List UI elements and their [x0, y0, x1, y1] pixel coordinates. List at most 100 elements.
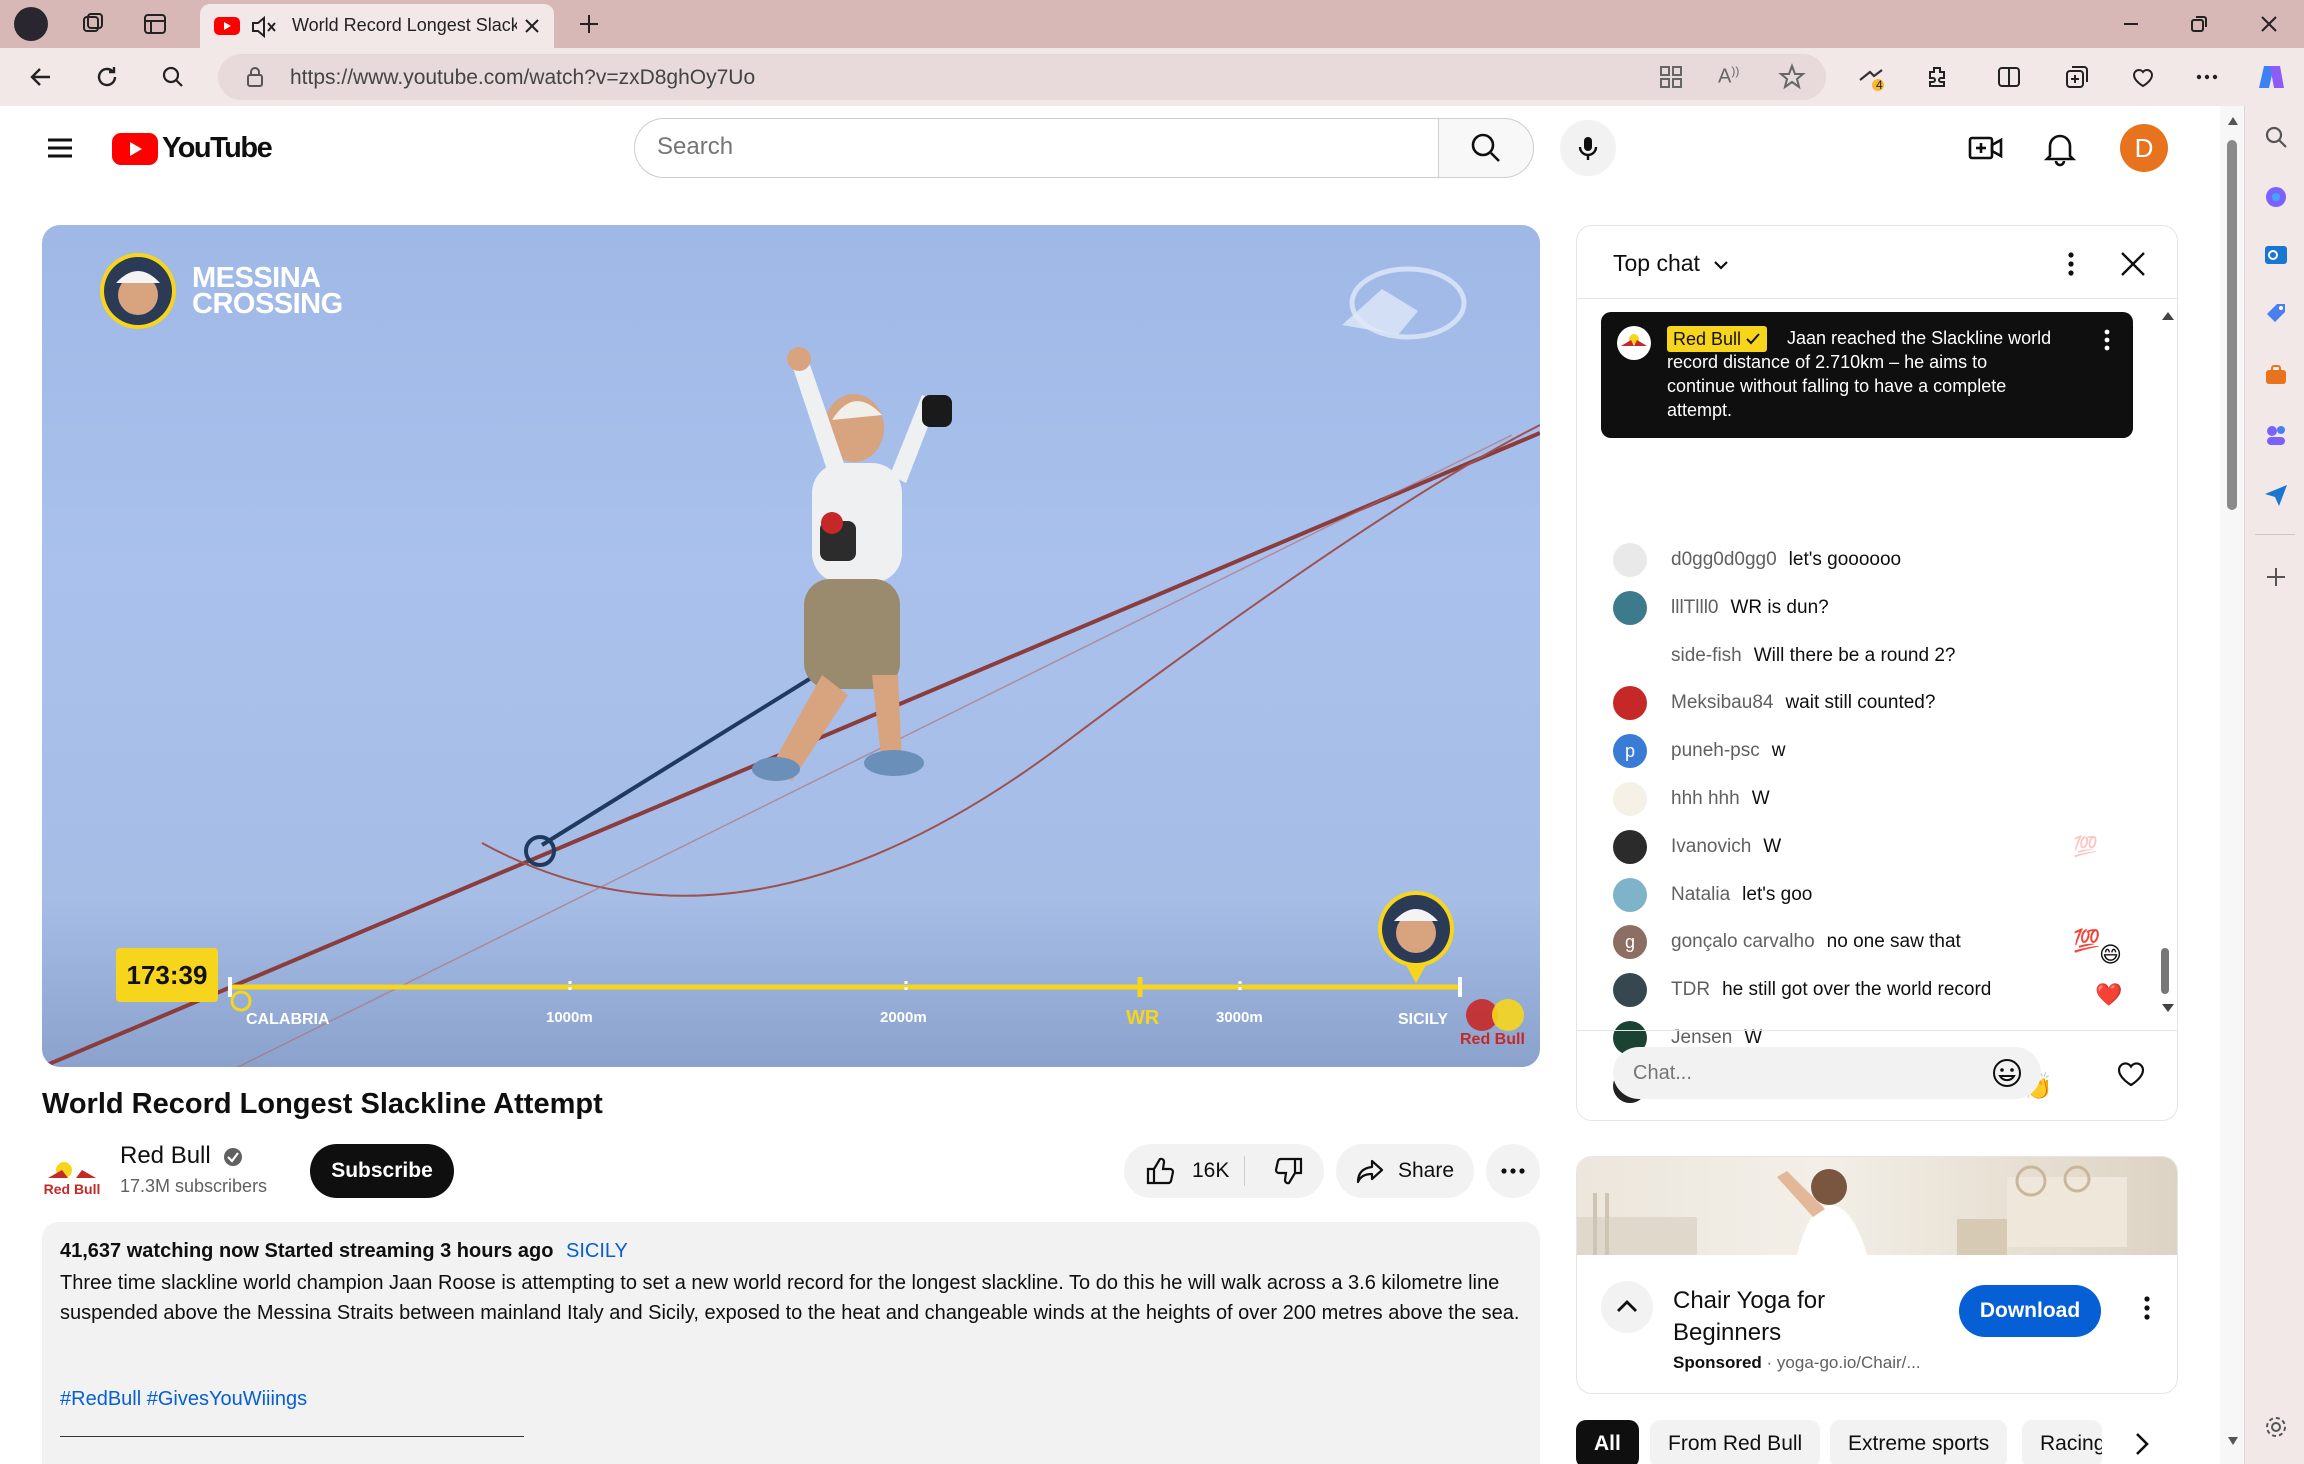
- chat-author-name[interactable]: TDR: [1671, 979, 1710, 1001]
- search-box[interactable]: [634, 118, 1440, 178]
- chat-author-avatar[interactable]: [1613, 591, 1647, 625]
- emoji-picker-icon[interactable]: [1991, 1057, 2023, 1089]
- chat-author-avatar[interactable]: [1613, 543, 1647, 577]
- app-available-icon[interactable]: [1658, 64, 1684, 90]
- favorite-star-icon[interactable]: [1778, 63, 1806, 91]
- minimize-icon[interactable]: [2108, 1, 2154, 47]
- ad-title[interactable]: Chair Yoga for Beginners: [1673, 1285, 1923, 1349]
- sidebar-shopping-icon[interactable]: [2263, 302, 2289, 328]
- channel-name[interactable]: Red Bull: [120, 1142, 243, 1170]
- more-actions-button[interactable]: [1486, 1144, 1540, 1198]
- extension-badge-icon[interactable]: 4: [1848, 54, 1894, 100]
- close-tab-icon[interactable]: [522, 16, 542, 36]
- chat-author-name[interactable]: Ivanovich: [1671, 836, 1751, 858]
- extensions-icon[interactable]: [1914, 54, 1960, 100]
- copilot-icon[interactable]: [2248, 54, 2294, 100]
- page-scroll-down-icon[interactable]: [2227, 1436, 2239, 1446]
- chat-message[interactable]: lllTlll0 WR is dun?: [1613, 588, 1829, 628]
- chip-racing[interactable]: Racing: [2022, 1420, 2102, 1464]
- chat-author-avatar[interactable]: [1613, 878, 1647, 912]
- sidebar-search-icon[interactable]: [2263, 124, 2289, 150]
- ad-download-button[interactable]: Download: [1959, 1285, 2101, 1337]
- close-chat-icon[interactable]: [2117, 248, 2149, 280]
- tab-youtube[interactable]: World Record Longest Slack: [200, 4, 554, 48]
- voice-search-button[interactable]: [1560, 120, 1616, 176]
- pinned-message[interactable]: Jaan reached the Slackline world record …: [1601, 312, 2133, 438]
- page-scroll-up-icon[interactable]: [2227, 116, 2239, 126]
- chat-author-name[interactable]: lllTlll0: [1671, 597, 1719, 619]
- sidebar-tools-icon[interactable]: [2263, 362, 2289, 388]
- new-tab-icon[interactable]: [566, 1, 612, 47]
- chat-scrollbar-thumb[interactable]: [2161, 948, 2169, 994]
- chip-all[interactable]: All: [1576, 1420, 1639, 1464]
- settings-more-icon[interactable]: [2184, 54, 2230, 100]
- chat-author-name[interactable]: side-fish: [1671, 645, 1742, 667]
- collections-icon[interactable]: [2054, 54, 2100, 100]
- chat-author-name[interactable]: hhh hhh: [1671, 788, 1740, 810]
- video-player[interactable]: MESSINA CROSSING 173:39 CALABRIA 1000m 2…: [42, 225, 1540, 1067]
- back-icon[interactable]: [18, 54, 64, 100]
- restore-icon[interactable]: [2176, 1, 2222, 47]
- channel-avatar[interactable]: Red Bull: [42, 1148, 102, 1208]
- share-button[interactable]: Share: [1336, 1144, 1474, 1198]
- page-scrollbar-thumb[interactable]: [2227, 140, 2237, 510]
- workspaces-icon[interactable]: [70, 1, 116, 47]
- chat-author-avatar[interactable]: p: [1613, 734, 1647, 768]
- search-browser-icon[interactable]: [150, 54, 196, 100]
- sidebar-outlook-icon[interactable]: [2263, 242, 2289, 268]
- pinned-more-icon[interactable]: [2097, 326, 2117, 354]
- chat-message[interactable]: p puneh-psc w: [1613, 731, 1785, 771]
- chat-input[interactable]: [1613, 1047, 2041, 1099]
- like-button[interactable]: 16K: [1124, 1144, 1254, 1198]
- chat-author-avatar[interactable]: g: [1613, 925, 1647, 959]
- chat-author-name[interactable]: d0gg0d0gg0: [1671, 549, 1777, 571]
- sidebar-send-icon[interactable]: [2263, 482, 2289, 508]
- chat-author-name[interactable]: Natalia: [1671, 884, 1730, 906]
- browser-essentials-icon[interactable]: [2120, 54, 2166, 100]
- chat-author-avatar[interactable]: [1613, 782, 1647, 816]
- chat-scroll-up-icon[interactable]: [2161, 310, 2175, 322]
- chat-message[interactable]: Meksibau84 wait still counted?: [1613, 683, 1935, 723]
- sidebar-copilot-icon[interactable]: [2263, 184, 2289, 210]
- page-scrollbar[interactable]: [2220, 106, 2244, 1464]
- ad-image[interactable]: [1577, 1157, 2177, 1255]
- chat-author-name[interactable]: Meksibau84: [1671, 692, 1773, 714]
- profile-icon[interactable]: [8, 1, 54, 47]
- notifications-bell-icon[interactable]: [2040, 128, 2080, 168]
- subscribe-button[interactable]: Subscribe: [310, 1144, 454, 1198]
- youtube-logo[interactable]: YouTube: [112, 132, 273, 165]
- close-window-icon[interactable]: [2246, 1, 2292, 47]
- chat-message[interactable]: hhh hhh W: [1613, 779, 1770, 819]
- muted-audio-icon[interactable]: [250, 14, 278, 40]
- search-input[interactable]: [657, 133, 1357, 161]
- search-button[interactable]: [1438, 118, 1534, 178]
- chat-message[interactable]: g gonçalo carvalho no one saw that: [1613, 922, 1961, 962]
- chips-next-icon[interactable]: [2124, 1426, 2160, 1462]
- sidebar-settings-icon[interactable]: [2263, 1414, 2289, 1440]
- chat-mode-selector[interactable]: Top chat: [1613, 250, 1732, 277]
- chat-author-name[interactable]: puneh-psc: [1671, 740, 1760, 762]
- split-screen-icon[interactable]: [1986, 54, 2032, 100]
- ad-more-icon[interactable]: [2137, 1293, 2157, 1323]
- chat-message[interactable]: TDR he still got over the world record: [1613, 970, 1991, 1010]
- description-box[interactable]: 41,637 watching now Started streaming 3 …: [42, 1222, 1540, 1464]
- chat-author-avatar[interactable]: [1613, 686, 1647, 720]
- account-avatar[interactable]: D: [2120, 124, 2168, 172]
- sponsored-ad-card[interactable]: Chair Yoga for Beginners Sponsored · yog…: [1576, 1156, 2178, 1394]
- read-aloud-icon[interactable]: A)): [1718, 64, 1739, 89]
- address-bar[interactable]: https://www.youtube.com/watch?v=zxD8ghOy…: [218, 54, 1826, 100]
- expand-ad-button[interactable]: [1601, 1281, 1653, 1333]
- location-tag[interactable]: SICILY: [566, 1240, 628, 1263]
- sidebar-add-icon[interactable]: [2263, 564, 2289, 590]
- sidebar-games-icon[interactable]: [2263, 422, 2289, 448]
- chip-extreme-sports[interactable]: Extreme sports: [1830, 1420, 2008, 1464]
- guide-menu-icon[interactable]: [40, 128, 80, 168]
- chat-author-avatar[interactable]: [1613, 830, 1647, 864]
- create-video-icon[interactable]: [1966, 128, 2006, 168]
- chat-message[interactable]: d0gg0d0gg0 let's goooooo: [1613, 540, 1901, 580]
- heart-reaction-icon[interactable]: [2115, 1057, 2147, 1089]
- chat-message[interactable]: Natalia let's goo: [1613, 875, 1812, 915]
- chat-author-avatar[interactable]: [1613, 639, 1647, 673]
- hashtags[interactable]: #RedBull #GivesYouWiiings: [60, 1388, 307, 1411]
- dislike-button[interactable]: [1254, 1144, 1324, 1198]
